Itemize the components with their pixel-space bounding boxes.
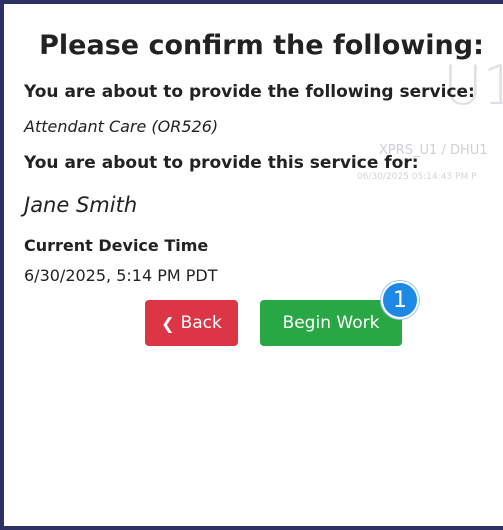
back-button-label: Back — [180, 313, 222, 333]
service-prompt: You are about to provide the following s… — [24, 82, 475, 102]
recipient-name: Jane Smith — [24, 193, 138, 217]
page-title: Please confirm the following: — [39, 30, 484, 61]
step-number-badge: 1 — [381, 281, 419, 319]
recipient-prompt: You are about to provide this service fo… — [24, 153, 419, 173]
back-button[interactable]: ❮ Back — [145, 300, 238, 346]
device-time-value: 6/30/2025, 5:14 PM PDT — [24, 266, 218, 285]
confirm-dialog: U1 XPRS_U1 / DHU1 06/30/2025 05:14:43 PM… — [0, 0, 503, 530]
chevron-left-icon: ❮ — [161, 313, 175, 333]
begin-work-button-label: Begin Work — [282, 313, 380, 333]
device-time-label: Current Device Time — [24, 236, 209, 255]
begin-work-button[interactable]: Begin Work — [260, 300, 402, 346]
service-name: Attendant Care (OR526) — [24, 117, 219, 136]
watermark-timestamp: 06/30/2025 05:14:43 PM P — [357, 172, 477, 182]
